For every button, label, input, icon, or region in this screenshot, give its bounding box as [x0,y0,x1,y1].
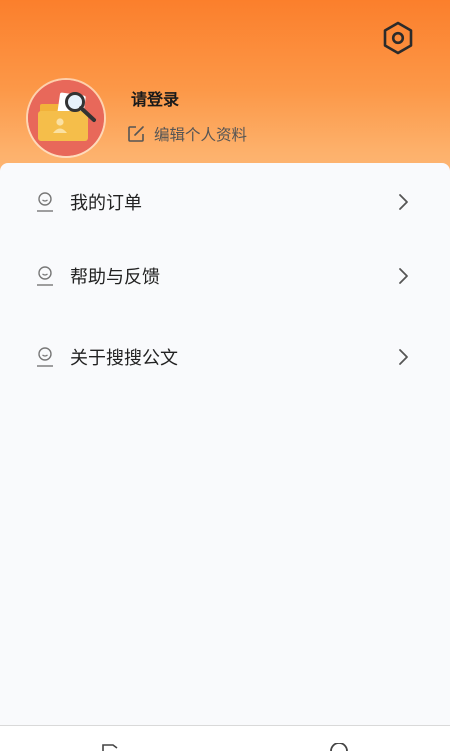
menu-card: 我的订单 帮助与反馈 关于搜搜公文 [0,163,450,725]
edit-profile-link[interactable]: 编辑个人资料 [126,123,247,145]
user-face-icon [37,347,53,367]
chevron-right-icon [399,194,408,210]
edit-profile-label: 编辑个人资料 [154,126,248,144]
chevron-right-icon [399,268,408,284]
user-icon[interactable] [326,743,352,751]
menu-item-label: 我的订单 [70,193,142,214]
avatar[interactable] [28,80,104,156]
menu-item-my-orders[interactable]: 我的订单 [0,171,450,233]
document-icon[interactable] [100,743,126,751]
edit-icon [128,126,144,142]
settings-button[interactable] [378,18,418,58]
chevron-right-icon [399,349,408,365]
user-face-icon [37,192,53,212]
login-prompt[interactable]: 请登录 [131,86,179,110]
menu-item-about[interactable]: 关于搜搜公文 [0,326,450,388]
settings-icon [383,21,413,55]
folder-search-icon [28,80,104,156]
menu-item-help-feedback[interactable]: 帮助与反馈 [0,245,450,307]
user-face-icon [37,266,53,286]
bottom-nav [0,725,450,751]
menu-item-label: 帮助与反馈 [70,267,160,288]
menu-item-label: 关于搜搜公文 [70,348,178,369]
